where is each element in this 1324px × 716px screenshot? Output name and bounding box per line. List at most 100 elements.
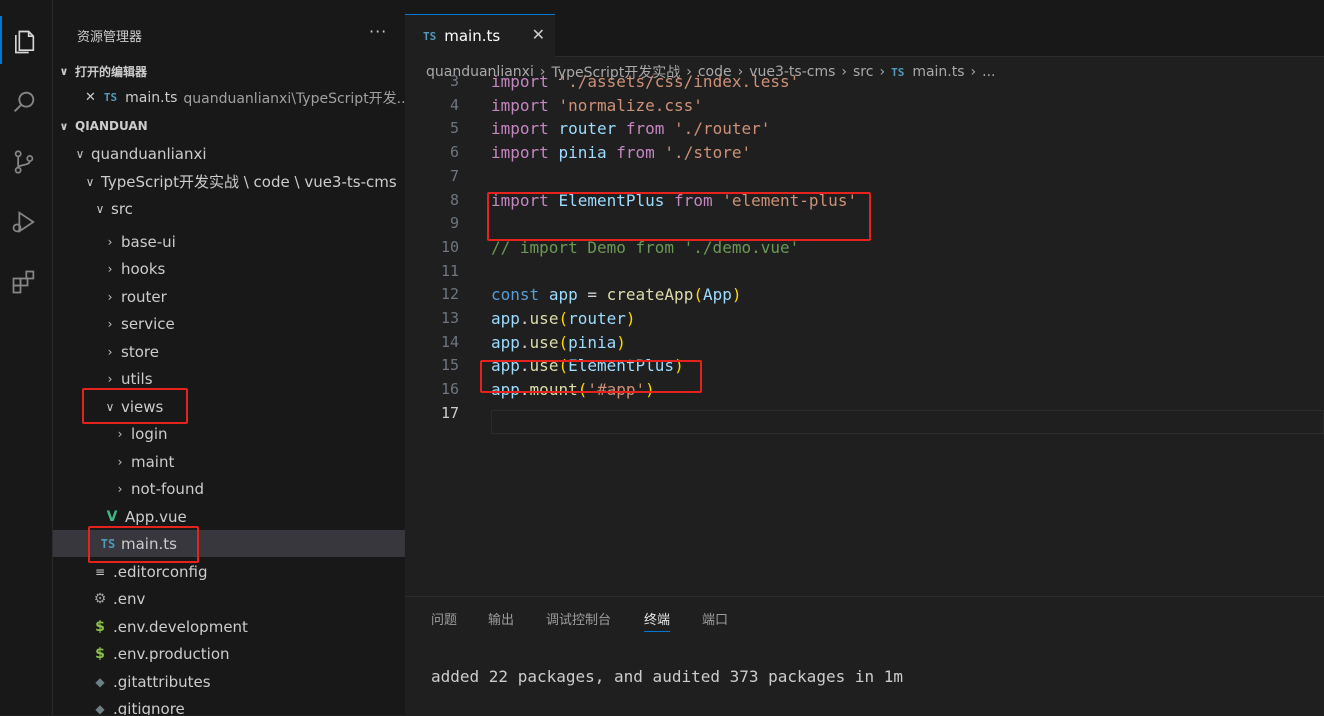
tree-file-editorconfig[interactable]: ≡ .editorconfig (53, 558, 405, 585)
tab-ports[interactable]: 端口 (702, 609, 728, 628)
tree-folder-views[interactable]: ∨ views (53, 393, 405, 420)
chevron-right-icon: › (117, 426, 123, 441)
line-number: 5 (449, 119, 459, 137)
code-text: app.use(router) (491, 309, 636, 328)
tree-file-app-vue[interactable]: V App.vue (53, 503, 405, 530)
tree-folder-store[interactable]: › store (53, 338, 405, 365)
close-icon[interactable]: ✕ (532, 25, 545, 44)
chevron-down-icon: ∨ (85, 174, 95, 189)
code-line[interactable]: 8 import ElementPlus from 'element-plus' (405, 188, 1324, 212)
env-file-icon: $ (95, 618, 105, 635)
code-token: app (491, 332, 520, 352)
tree-file-gitignore[interactable]: ◆ .gitignore (53, 695, 405, 716)
code-token: '#app' (587, 379, 646, 399)
code-line[interactable]: 16 app.mount('#app') (405, 377, 1324, 401)
code-token: . (519, 355, 530, 375)
code-token: router (568, 308, 626, 328)
tree-file-env-production[interactable]: $ .env.production (53, 640, 405, 667)
run-debug-icon[interactable] (0, 198, 48, 246)
code-line[interactable]: 17 (405, 401, 1324, 425)
tab-main-ts[interactable]: TS main.ts ✕ (405, 14, 555, 57)
workspace-header[interactable]: ∨ QIANDUAN (53, 115, 405, 137)
code-line[interactable]: 12 const app = createApp(App) (405, 282, 1324, 306)
tree-folder-not-found[interactable]: › not-found (53, 475, 405, 502)
code-token: pinia (558, 142, 607, 162)
tree-file-main-ts[interactable]: TS main.ts (53, 530, 405, 557)
code-token: './router' (674, 118, 771, 138)
chevron-down-icon: ∨ (105, 399, 115, 414)
tree-folder-maint[interactable]: › maint (53, 448, 405, 475)
more-actions-icon[interactable]: ··· (369, 22, 387, 41)
tab-problems[interactable]: 问题 (431, 609, 457, 628)
typescript-file-icon: TS (100, 536, 116, 551)
activity-bar (0, 0, 53, 715)
tree-label: not-found (131, 479, 204, 498)
line-number: 7 (449, 167, 459, 185)
tree-label: .env.development (113, 617, 248, 636)
code-line[interactable]: 9 (405, 211, 1324, 235)
code-line[interactable]: 14 app.use(pinia) (405, 330, 1324, 354)
code-token: from (625, 118, 665, 138)
tree-label: main.ts (121, 534, 177, 553)
code-line[interactable]: 7 (405, 164, 1324, 188)
code-token: from (674, 190, 713, 210)
tree-folder-typescript[interactable]: ∨ TypeScript开发实战 \ code \ vue3-ts-cms (53, 168, 405, 195)
explorer-icon[interactable] (0, 18, 48, 66)
close-icon[interactable]: ✕ (85, 90, 96, 105)
tree-folder-hooks[interactable]: › hooks (53, 255, 405, 282)
tree-label: utils (121, 369, 153, 388)
source-control-icon[interactable] (0, 138, 48, 186)
terminal-output-line: added 22 packages, and audited 373 packa… (431, 667, 904, 686)
tree-file-gitattributes[interactable]: ◆ .gitattributes (53, 668, 405, 695)
extensions-icon[interactable] (0, 258, 48, 306)
code-line[interactable]: 4 import 'normalize.css' (405, 93, 1324, 117)
tree-folder-quanduanlianxi[interactable]: ∨ quanduanlianxi (53, 140, 405, 167)
tree-file-env-development[interactable]: $ .env.development (53, 613, 405, 640)
tree-folder-login[interactable]: › login (53, 420, 405, 447)
tree-label: .env (113, 589, 146, 608)
vue-file-icon: V (106, 508, 118, 525)
code-text: app.use(pinia) (491, 333, 626, 352)
code-token: router (558, 118, 617, 138)
search-icon[interactable] (0, 78, 48, 126)
workspace-label: QIANDUAN (75, 119, 148, 133)
code-text: import 'normalize.css' (491, 96, 703, 115)
code-line[interactable]: 11 (405, 259, 1324, 283)
tab-debug-console[interactable]: 调试控制台 (546, 609, 611, 628)
code-line[interactable]: 6 import pinia from './store' (405, 140, 1324, 164)
line-number: 6 (449, 143, 459, 161)
tree-folder-router[interactable]: › router (53, 283, 405, 310)
chevron-down-icon: ∨ (95, 201, 105, 216)
code-text: // import Demo from './demo.vue' (491, 238, 799, 257)
code-token: import (491, 95, 549, 115)
code-line[interactable]: 15 app.use(ElementPlus) (405, 353, 1324, 377)
line-number: 10 (440, 238, 459, 256)
tree-folder-service[interactable]: › service (53, 310, 405, 337)
tab-terminal[interactable]: 终端 (644, 609, 671, 632)
code-token: './store' (664, 142, 752, 162)
tree-label: views (121, 397, 164, 416)
tree-folder-base-ui[interactable]: › base-ui (53, 228, 405, 255)
code-line[interactable]: 5 import router from './router' (405, 116, 1324, 140)
typescript-file-icon: TS (423, 29, 437, 43)
code-token: 'normalize.css' (558, 95, 703, 115)
code-token: ( (558, 308, 569, 328)
tree-folder-utils[interactable]: › utils (53, 365, 405, 392)
code-token: ( (558, 332, 569, 352)
config-file-icon: ≡ (94, 564, 106, 579)
tab-output[interactable]: 输出 (488, 609, 514, 628)
open-editors-header[interactable]: ∨ 打开的编辑器 (53, 60, 405, 82)
editor-tabbar: TS main.ts ✕ (405, 0, 1324, 57)
code-line[interactable]: 3 import './assets/css/index.less' (405, 69, 1324, 93)
code-line[interactable]: 13 app.use(router) (405, 306, 1324, 330)
tree-folder-src[interactable]: ∨ src (53, 195, 405, 222)
code-line[interactable]: 10 // import Demo from './demo.vue' (405, 235, 1324, 259)
code-text: const app = createApp(App) (491, 285, 742, 304)
tree-file-env[interactable]: ⚙ .env (53, 585, 405, 612)
git-file-icon: ◆ (95, 701, 105, 716)
open-editor-item[interactable]: ✕ TS main.ts quanduanlianxi\TypeScript开发… (53, 84, 405, 111)
code-token: app (491, 355, 520, 375)
